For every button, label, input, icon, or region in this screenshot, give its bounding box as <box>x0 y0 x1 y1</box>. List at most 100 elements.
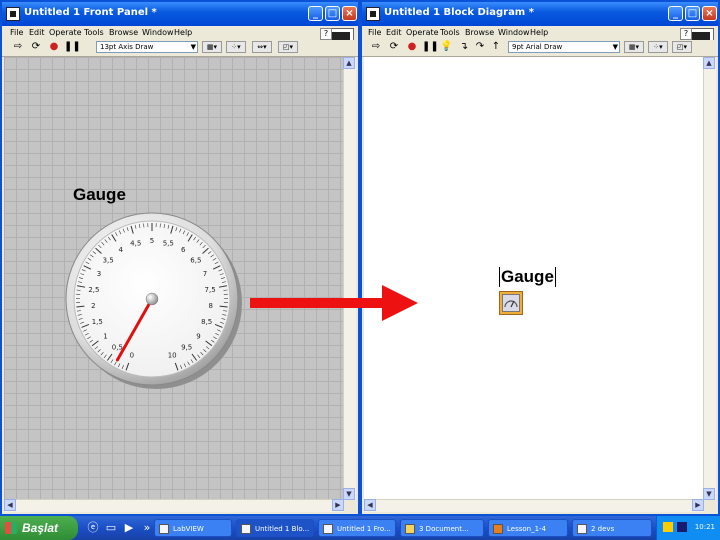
taskbar-item-labview[interactable]: LabVIEW <box>154 519 232 537</box>
run-continuous-icon[interactable]: ⟳ <box>388 41 400 53</box>
gauge-tick-label: 2 <box>91 302 95 310</box>
scroll-down-icon[interactable]: ▼ <box>343 488 355 500</box>
scroll-up-icon[interactable]: ▲ <box>343 57 355 69</box>
quicklaunch-chevron-icon[interactable]: » <box>140 521 154 535</box>
taskbar-item-label: Untitled 1 Blo... <box>255 525 310 533</box>
abort-icon[interactable]: ● <box>406 41 418 53</box>
chevron-down-icon: ▼ <box>190 43 196 51</box>
menu-operate[interactable]: Operate <box>406 28 439 37</box>
block-diagram-menubar: File Edit Operate Tools Browse Window He… <box>362 26 718 60</box>
close-button[interactable]: × <box>702 6 717 21</box>
labview-app-icon <box>6 7 20 21</box>
block-diagram-window: Untitled 1 Block Diagram * _ □ × File Ed… <box>360 0 720 516</box>
gauge-terminal-label[interactable]: Gauge <box>499 267 556 287</box>
scroll-left-icon[interactable]: ◀ <box>4 499 16 511</box>
distribute-objects-icon[interactable]: ⁘▾ <box>648 41 668 53</box>
gauge-tick-label: 5 <box>150 237 154 245</box>
windows-taskbar: Başlat ⓔ ▭ ▶ » LabVIEW Untitled 1 Blo...… <box>0 516 720 540</box>
front-panel-title: Untitled 1 Front Panel * <box>24 7 157 18</box>
menu-file[interactable]: File <box>368 28 381 37</box>
horizontal-scrollbar[interactable]: ◀ ▶ <box>4 499 344 512</box>
start-label: Başlat <box>22 521 59 535</box>
align-objects-icon[interactable]: ▦▾ <box>202 41 222 53</box>
run-continuous-icon[interactable]: ⟳ <box>30 41 42 53</box>
menu-tools[interactable]: Tools <box>84 28 104 37</box>
ie-quicklaunch-icon[interactable]: ⓔ <box>86 521 100 535</box>
menu-help[interactable]: Help <box>530 28 548 37</box>
scroll-right-icon[interactable]: ▶ <box>692 499 704 511</box>
reorder-icon[interactable]: ◰▾ <box>278 41 298 53</box>
resize-objects-icon[interactable]: ⇔▾ <box>252 41 272 53</box>
clock[interactable]: 10:21 <box>695 523 715 531</box>
front-panel-toolbar: ⇨ ⟳ ● ❚❚ 13pt Axis Draw ▼ ▦▾ ⁘▾ ⇔▾ ◰▾ <box>2 40 358 57</box>
scroll-right-icon[interactable]: ▶ <box>332 499 344 511</box>
menu-edit[interactable]: Edit <box>386 28 402 37</box>
menu-browse[interactable]: Browse <box>465 28 494 37</box>
step-out-icon[interactable]: ↑ <box>490 41 502 53</box>
font-ring-value: 13pt Axis Draw <box>100 43 154 51</box>
gauge-tick-label: 5,5 <box>163 239 174 247</box>
run-arrow-icon[interactable]: ⇨ <box>12 41 24 53</box>
gauge-pivot <box>145 292 159 306</box>
menu-tools[interactable]: Tools <box>440 28 460 37</box>
menu-help[interactable]: Help <box>174 28 192 37</box>
window-icon <box>577 524 587 534</box>
menu-edit[interactable]: Edit <box>29 28 45 37</box>
scroll-left-icon[interactable]: ◀ <box>364 499 376 511</box>
context-help-icon[interactable]: ? <box>320 28 332 40</box>
minimize-button[interactable]: _ <box>308 6 323 21</box>
abort-icon[interactable]: ● <box>48 41 60 53</box>
menu-operate[interactable]: Operate <box>49 28 82 37</box>
taskbar-item-label: LabVIEW <box>173 525 204 533</box>
menu-browse[interactable]: Browse <box>109 28 138 37</box>
distribute-objects-icon[interactable]: ⁘▾ <box>226 41 246 53</box>
gauge-tick-label: 2,5 <box>88 286 99 294</box>
taskbar-item-devs[interactable]: 2 devs <box>572 519 652 537</box>
desktop-quicklaunch-icon[interactable]: ▭ <box>104 521 118 535</box>
gauge-tick-label: 7,5 <box>205 286 216 294</box>
tray-icon[interactable] <box>663 522 673 532</box>
taskbar-item-block-diagram[interactable]: Untitled 1 Blo... <box>236 519 314 537</box>
step-into-icon[interactable]: ↴ <box>458 41 470 53</box>
maximize-button[interactable]: □ <box>325 6 340 21</box>
front-panel-titlebar[interactable]: Untitled 1 Front Panel * _ □ × <box>2 2 358 26</box>
menu-window[interactable]: Window <box>498 28 530 37</box>
align-objects-icon[interactable]: ▦▾ <box>624 41 644 53</box>
start-button[interactable]: Başlat <box>0 516 78 540</box>
taskbar-item-front-panel[interactable]: Untitled 1 Fro... <box>318 519 396 537</box>
scroll-down-icon[interactable]: ▼ <box>703 488 715 500</box>
taskbar-item-documents[interactable]: 3 Document... <box>400 519 484 537</box>
gauge-terminal[interactable] <box>499 291 523 315</box>
taskbar-item-lesson[interactable]: Lesson_1-4 <box>488 519 568 537</box>
menu-file[interactable]: File <box>10 28 23 37</box>
media-quicklaunch-icon[interactable]: ▶ <box>122 521 136 535</box>
labview-app-icon <box>366 7 380 21</box>
red-arrow-icon <box>250 285 418 321</box>
gauge-control[interactable]: 00,511,522,533,544,5 5 5,566,577,588,599,5… <box>58 205 248 395</box>
run-arrow-icon[interactable]: ⇨ <box>370 41 382 53</box>
gauge-tick-label: 0 <box>130 351 134 359</box>
gauge-tick-label: 8,5 <box>201 318 212 326</box>
pause-icon[interactable]: ❚❚ <box>422 41 439 53</box>
language-icon[interactable] <box>677 522 687 532</box>
gauge-control-label[interactable]: Gauge <box>73 185 126 205</box>
minimize-button[interactable]: _ <box>668 6 683 21</box>
pause-icon[interactable]: ❚❚ <box>64 41 81 53</box>
reorder-icon[interactable]: ◰▾ <box>672 41 692 53</box>
maximize-button[interactable]: □ <box>685 6 700 21</box>
highlight-execution-icon[interactable]: 💡 <box>440 41 452 53</box>
font-ring[interactable]: 9pt Arial Draw ▼ <box>508 41 620 53</box>
close-button[interactable]: × <box>342 6 357 21</box>
horizontal-scrollbar[interactable]: ◀ ▶ <box>364 499 704 512</box>
gauge-tick-label: 6 <box>181 246 186 254</box>
vertical-scrollbar[interactable]: ▲ ▼ <box>703 57 716 500</box>
menu-window[interactable]: Window <box>142 28 174 37</box>
system-tray: 10:21 <box>656 516 720 540</box>
chevron-down-icon: ▼ <box>612 43 618 51</box>
font-ring[interactable]: 13pt Axis Draw ▼ <box>96 41 198 53</box>
step-over-icon[interactable]: ↷ <box>474 41 486 53</box>
vertical-scrollbar[interactable]: ▲ ▼ <box>343 57 356 500</box>
context-help-icon[interactable]: ? <box>680 28 692 40</box>
block-diagram-titlebar[interactable]: Untitled 1 Block Diagram * _ □ × <box>362 2 718 26</box>
scroll-up-icon[interactable]: ▲ <box>703 57 715 69</box>
